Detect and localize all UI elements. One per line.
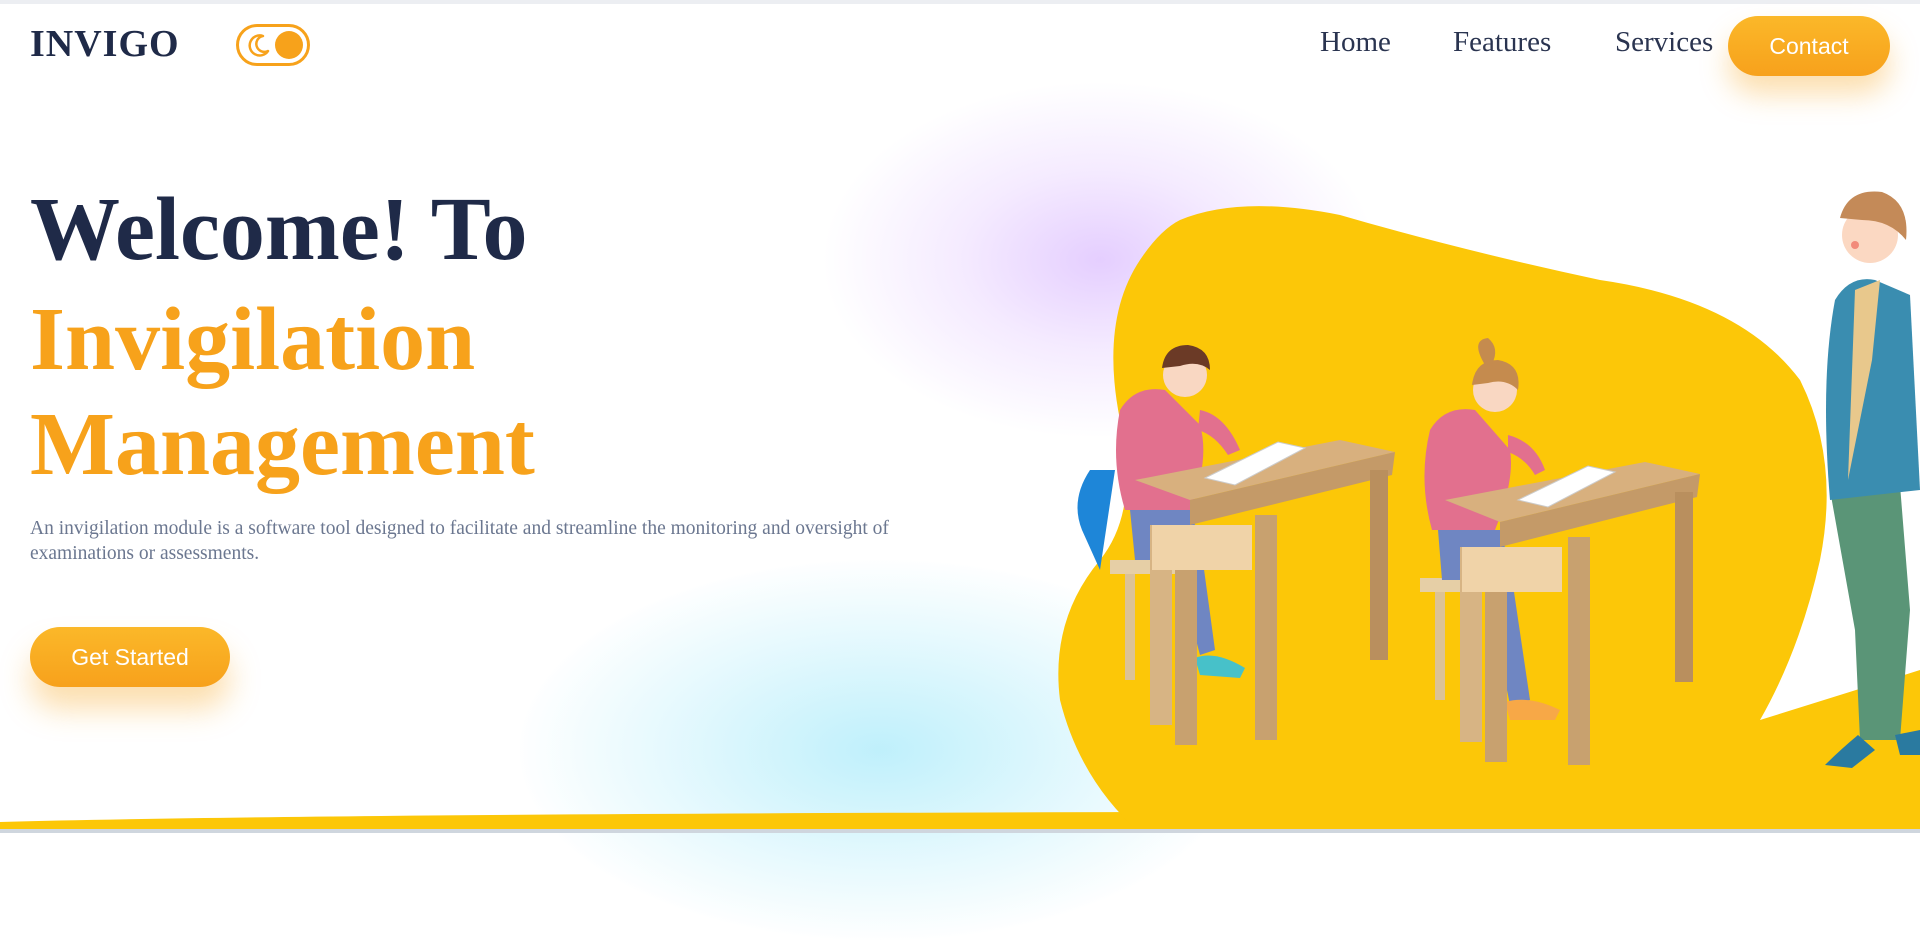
top-border xyxy=(0,0,1920,4)
hero-title-line3: Management xyxy=(30,395,535,494)
hero-title-line1: Welcome! To xyxy=(30,180,528,279)
contact-button[interactable]: Contact xyxy=(1728,16,1890,76)
exam-illustration xyxy=(1058,191,1920,833)
moon-icon xyxy=(248,34,270,57)
nav-features[interactable]: Features xyxy=(1453,26,1551,59)
logo[interactable]: INVIGO xyxy=(30,22,180,66)
toggle-knob xyxy=(275,31,303,59)
bottom-border xyxy=(0,829,1920,833)
hero-description: An invigilation module is a software too… xyxy=(30,518,889,564)
theme-toggle[interactable] xyxy=(236,24,310,66)
nav-home[interactable]: Home xyxy=(1320,26,1391,59)
nav-services[interactable]: Services xyxy=(1615,26,1713,59)
get-started-button[interactable]: Get Started xyxy=(30,627,230,687)
hero-title-line2: Invigilation xyxy=(30,290,476,389)
